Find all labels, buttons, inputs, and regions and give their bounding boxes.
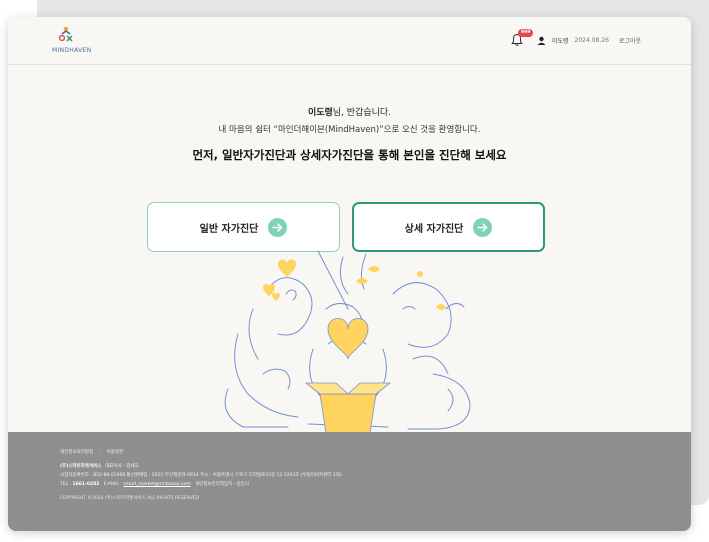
detailed-diagnosis-label: 상세 자가진단	[404, 223, 464, 235]
footer: 개인정보처리방침 | 이용약관 (주)스마트마켓서비스 대표이사 : 김세규 사업…	[8, 432, 691, 531]
detailed-self-diagnosis-button[interactable]: 상세 자가진단	[352, 202, 545, 252]
greeting-suffix: 님, 반갑습니다.	[332, 108, 392, 118]
wellbeing-illustration	[224, 250, 471, 433]
general-self-diagnosis-button[interactable]: 일반 자가진단	[147, 202, 340, 252]
greeting: 이도령님, 반갑습니다.	[8, 105, 691, 118]
copyright: COPYRIGHT ©2024 (주)스마트마켓서비스 ALL RIGHTS R…	[60, 496, 199, 501]
app-window: MINDHAVEN 999 이도령 2024.08.26 로그아웃 이도령님, …	[8, 17, 691, 531]
arrow-right-icon	[473, 217, 493, 237]
user-name: 이도령	[551, 37, 569, 45]
notification-badge: 999	[517, 29, 534, 37]
footer-company: (주)스마트마켓서비스 대표이사 : 김세규	[60, 463, 139, 469]
avatar-icon	[537, 36, 546, 45]
general-diagnosis-label: 일반 자가진단	[199, 223, 259, 235]
greeting-name: 이도령	[307, 108, 333, 118]
terms-link[interactable]: 이용약관	[107, 449, 124, 455]
company-name: (주)스마트마켓서비스	[60, 464, 102, 469]
arrow-right-icon	[268, 217, 288, 237]
logout-link[interactable]: 로그아웃	[619, 36, 641, 45]
main-content: 이도령님, 반갑습니다. 내 마음의 쉼터 “마인더해이븐(MindHaven)…	[8, 65, 691, 433]
email-link[interactable]: smart_market@smbusan.com	[123, 482, 190, 487]
header: MINDHAVEN 999 이도령 2024.08.26 로그아웃	[8, 17, 691, 65]
footer-address: 사업자등록번호 : 852-88-01968 통신판매업 : 2021-부산해운…	[60, 473, 342, 478]
privacy-policy-link[interactable]: 개인정보처리방침	[60, 449, 93, 455]
header-user-area: 999 이도령 2024.08.26 로그아웃	[511, 29, 641, 48]
page-headline: 먼저, 일반자가진단과 상세자가진단을 통해 본인을 진단해 보세요	[192, 148, 507, 162]
welcome-text: 내 마음의 쉼터 “마인더해이븐(MindHaven)”으로 오신 것을 환영합…	[218, 125, 481, 135]
notification-button[interactable]: 999	[511, 29, 534, 47]
header-date: 2024.08.26	[574, 36, 609, 44]
footer-links: 개인정보처리방침 | 이용약관	[60, 449, 123, 455]
privacy-officer: 개인정보관리책임자 : 김민식	[194, 482, 249, 487]
logo-icon	[58, 26, 73, 42]
company-ceo: 대표이사 : 김세규	[105, 464, 139, 469]
logo-text: MINDHAVEN	[52, 47, 92, 54]
email-label: E-MAIL :	[103, 482, 124, 487]
logo[interactable]: MINDHAVEN	[52, 25, 92, 57]
footer-contact: TEL : 1661-0282 E-MAIL : smart_market@sm…	[60, 481, 249, 487]
tel-label: TEL :	[60, 482, 73, 487]
tel-number: 1661-0282	[72, 482, 100, 487]
footer-divider: |	[99, 449, 101, 454]
